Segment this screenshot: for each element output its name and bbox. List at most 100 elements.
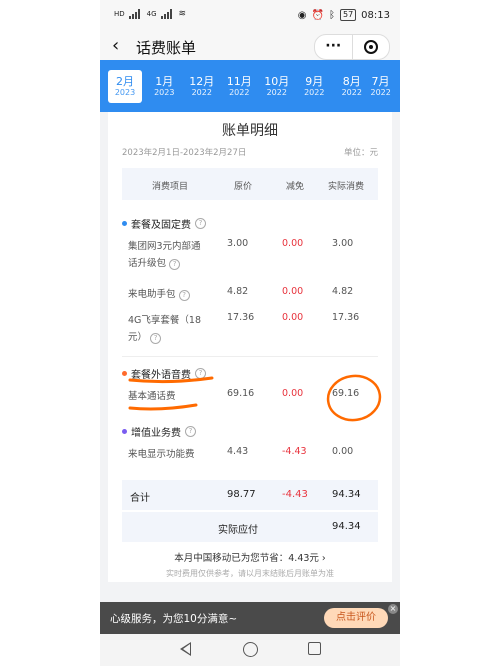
target-icon [363,40,378,54]
help-icon[interactable]: ? [169,259,181,270]
tab-month-2022-10[interactable]: 10月 2022 [258,75,296,98]
row-name-text: 来电助手包 [128,289,176,300]
row-name-text: 集团网3元内部通话升级包 [128,241,201,269]
table-row: 4G飞享套餐（18元） ? 17.36 0.00 17.36 [122,312,378,350]
amount-due-row: 实际应付 94.34 [122,512,378,542]
help-icon[interactable]: ? [178,290,190,301]
tab-year-label: 2022 [341,87,362,97]
section-dot [122,221,127,226]
savings-link[interactable]: 本月中国移动已为您节省：4.43元 › [108,550,392,564]
row-name: 来电显示功能费 [128,449,195,460]
row-orig: 69.16 [227,388,255,399]
tab-month-2023-01[interactable]: 1月 2023 [146,75,184,98]
mini-program-capsule: ··· [314,34,390,60]
title-bar: ‹ 话费账单 ··· [100,32,400,60]
eye-icon: ◉ [297,9,307,21]
tab-year-label: 2022 [191,87,212,97]
page-title: 话费账单 [136,39,197,57]
tab-year-label: 2023 [114,87,136,97]
chevron-left-icon[interactable]: ‹ [112,36,119,56]
section-dot [122,429,127,434]
service-banner: 心级服务，为您10分满意~ 点击评价 × [100,602,400,634]
section-title: 增值业务费 [131,428,181,439]
row-discount: 0.00 [282,388,304,399]
status-bar: HD 4G ≋ ◉ ⏰ ᛒ 57 08:13 [100,0,400,32]
section-dot [122,371,127,376]
signal-label-hd: HD [114,10,125,18]
rate-button[interactable]: 点击评价 [324,608,388,628]
status-right: ◉ ⏰ ᛒ 57 08:13 [298,9,390,21]
help-icon[interactable]: ? [195,368,206,379]
row-actual: 4.82 [332,286,354,297]
row-actual: 0.00 [332,446,354,457]
row-discount: 0.00 [282,238,304,249]
help-icon[interactable]: ? [185,426,196,437]
wifi-icon: ≋ [178,9,187,19]
bill-period: 2023年2月1日-2023年2月27日 [122,148,247,158]
row-discount: -4.43 [282,446,307,457]
back-triangle-icon[interactable] [180,642,191,656]
tab-year-label: 2022 [229,87,250,97]
signal-label-4g: 4G [146,10,157,18]
row-discount: 0.00 [282,312,304,323]
section-title: 套餐及固定费 [131,220,191,231]
row-orig: 4.82 [227,286,249,297]
phone-screen: HD 4G ≋ ◉ ⏰ ᛒ 57 08:13 ‹ 话费账单 ··· 2月 202… [100,0,400,666]
tab-month-label: 9月 [305,74,324,88]
total-discount: -4.43 [282,489,308,500]
signal-icon [128,9,143,19]
more-button[interactable]: ··· [315,35,353,59]
amount-due-value: 94.34 [332,521,361,532]
tab-month-2022-11[interactable]: 11月 2022 [221,75,259,98]
section-title: 套餐外语音费 [131,370,191,381]
total-row: 合计 98.77 -4.43 94.34 [122,480,378,510]
help-icon[interactable]: ? [195,218,206,229]
system-nav-bar [100,634,400,666]
home-circle-icon[interactable] [243,642,258,657]
tab-month-label: 1月 [155,74,174,88]
status-time: 08:13 [361,9,390,21]
tab-month-label: 12月 [189,74,215,88]
signal-icon-2 [160,9,175,19]
row-actual: 69.16 [332,388,360,399]
tab-month-2023-02[interactable]: 2月 2023 [108,69,142,103]
bluetooth-icon: ᛒ [328,9,335,21]
table-header: 消费项目 原价 减免 实际消费 [122,168,378,200]
row-orig: 4.43 [227,446,249,457]
close-icon[interactable]: × [388,604,398,614]
tab-month-2022-09[interactable]: 9月 2022 [296,75,334,98]
bill-unit: 单位：元 [343,148,378,158]
row-name: 基本通话费 [128,391,176,402]
table-row: 集团网3元内部通话升级包 ? 3.00 0.00 3.00 [122,238,378,276]
alarm-icon: ⏰ [311,9,324,21]
table-row: 来电助手包 ? 4.82 0.00 4.82 [122,286,378,304]
row-orig: 17.36 [227,312,255,323]
section-value-added: 增值业务费 ? [122,424,196,439]
table-row: 来电显示功能费 4.43 -4.43 0.00 [122,446,378,464]
tab-month-label: 2月 [116,74,134,88]
tab-month-label: 7月 [371,74,390,88]
row-orig: 3.00 [227,238,249,249]
row-name: 来电助手包 ? [128,286,208,303]
tab-year-label: 2022 [370,87,391,97]
banner-text: 心级服务，为您10分满意~ [110,613,238,625]
column-header-actual: 实际消费 [328,182,365,192]
tab-year-label: 2022 [304,87,325,97]
close-target-button[interactable] [353,35,390,59]
tab-month-2022-08[interactable]: 8月 2022 [333,75,371,98]
tab-year-label: 2022 [266,87,287,97]
recents-square-icon[interactable] [308,642,321,655]
bill-title: 账单明细 [222,123,278,139]
amount-due-label: 实际应付 [218,525,258,536]
row-discount: 0.00 [282,286,304,297]
bill-card: 账单明细 2023年2月1日-2023年2月27日 单位：元 消费项目 原价 减… [108,112,392,582]
divider [122,356,378,357]
row-name: 4G飞享套餐（18元） ? [128,312,208,346]
help-icon[interactable]: ? [150,333,162,344]
total-label: 合计 [130,493,150,504]
tab-month-label: 10月 [264,74,290,88]
tab-month-2022-07[interactable]: 7月 2022 [371,75,391,98]
tab-month-2022-12[interactable]: 12月 2022 [183,75,221,98]
table-row: 基本通话费 69.16 0.00 69.16 [122,388,378,406]
column-header-discount: 减免 [286,182,305,192]
